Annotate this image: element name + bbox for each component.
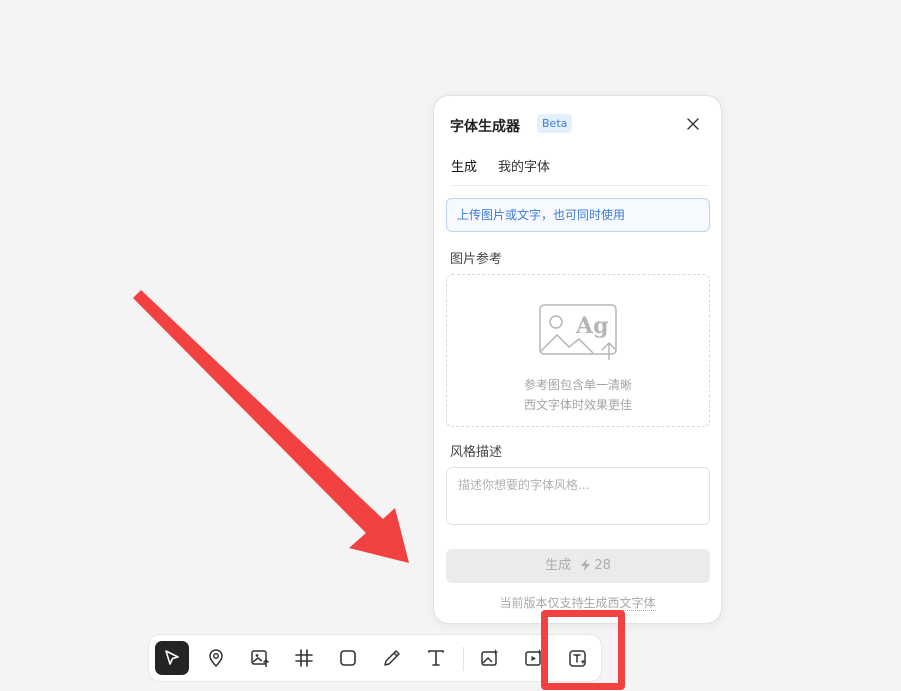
annotation-highlight-box	[541, 610, 625, 690]
annotation-arrow	[133, 290, 409, 563]
